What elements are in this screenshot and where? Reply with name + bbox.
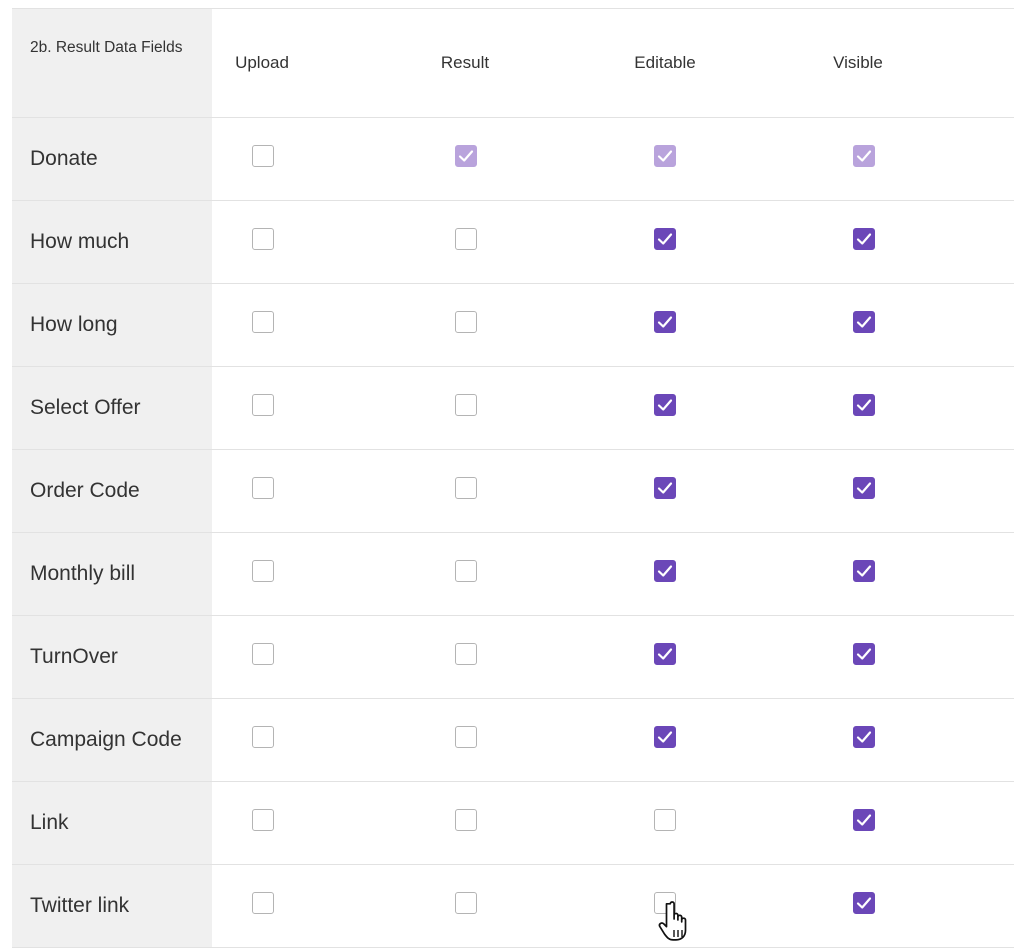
field-label: Order Code <box>12 450 212 532</box>
visible-checkbox[interactable] <box>853 892 875 914</box>
table-row: Select Offer <box>12 367 1014 450</box>
table-row: How long <box>12 284 1014 367</box>
visible-checkbox[interactable] <box>853 809 875 831</box>
field-label: Monthly bill <box>12 533 212 615</box>
field-label: Campaign Code <box>12 699 212 781</box>
hand-pointer-icon <box>658 901 687 941</box>
upload-checkbox[interactable] <box>252 145 274 167</box>
editable-checkbox[interactable] <box>654 311 676 333</box>
field-label: Select Offer <box>12 367 212 449</box>
editable-checkbox[interactable] <box>654 643 676 665</box>
table-row: Link <box>12 782 1014 865</box>
field-label: How long <box>12 284 212 366</box>
field-label: TurnOver <box>12 616 212 698</box>
visible-checkbox[interactable] <box>853 560 875 582</box>
field-label: Twitter link <box>12 865 212 947</box>
visible-checkbox[interactable] <box>853 726 875 748</box>
result-checkbox <box>455 145 477 167</box>
upload-checkbox[interactable] <box>252 643 274 665</box>
table-row: Donate <box>12 118 1014 201</box>
editable-checkbox[interactable] <box>654 477 676 499</box>
upload-checkbox[interactable] <box>252 311 274 333</box>
table-row: Twitter link <box>12 865 1014 948</box>
editable-checkbox[interactable] <box>654 228 676 250</box>
table-row: How much <box>12 201 1014 284</box>
result-checkbox[interactable] <box>455 228 477 250</box>
upload-checkbox[interactable] <box>252 477 274 499</box>
result-checkbox[interactable] <box>455 643 477 665</box>
result-checkbox[interactable] <box>455 311 477 333</box>
column-header-result: Result <box>440 53 490 72</box>
column-header-editable: Editable <box>634 53 696 72</box>
visible-checkbox[interactable] <box>853 228 875 250</box>
section-title: 2b. Result Data Fields <box>12 9 212 117</box>
visible-checkbox[interactable] <box>853 311 875 333</box>
field-label: How much <box>12 201 212 283</box>
visible-checkbox[interactable] <box>853 643 875 665</box>
column-header-upload: Upload <box>235 53 289 72</box>
result-checkbox[interactable] <box>455 809 477 831</box>
upload-checkbox[interactable] <box>252 228 274 250</box>
result-checkbox[interactable] <box>455 892 477 914</box>
result-data-fields-table: 2b. Result Data Fields Upload Result Edi… <box>0 0 1030 952</box>
visible-checkbox <box>853 145 875 167</box>
upload-checkbox[interactable] <box>252 726 274 748</box>
visible-checkbox[interactable] <box>853 477 875 499</box>
result-checkbox[interactable] <box>455 394 477 416</box>
result-checkbox[interactable] <box>455 726 477 748</box>
upload-checkbox[interactable] <box>252 892 274 914</box>
result-checkbox[interactable] <box>455 477 477 499</box>
table-row: TurnOver <box>12 616 1014 699</box>
editable-checkbox[interactable] <box>654 809 676 831</box>
editable-checkbox[interactable] <box>654 394 676 416</box>
editable-checkbox <box>654 145 676 167</box>
table-header-row: 2b. Result Data Fields Upload Result Edi… <box>12 8 1014 118</box>
field-label: Donate <box>12 118 212 200</box>
field-label: Link <box>12 782 212 864</box>
editable-checkbox[interactable] <box>654 726 676 748</box>
editable-checkbox[interactable] <box>654 560 676 582</box>
result-checkbox[interactable] <box>455 560 477 582</box>
table-row: Campaign Code <box>12 699 1014 782</box>
table-row: Order Code <box>12 450 1014 533</box>
upload-checkbox[interactable] <box>252 394 274 416</box>
upload-checkbox[interactable] <box>252 560 274 582</box>
table-row: Monthly bill <box>12 533 1014 616</box>
column-header-visible: Visible <box>833 53 883 72</box>
upload-checkbox[interactable] <box>252 809 274 831</box>
visible-checkbox[interactable] <box>853 394 875 416</box>
